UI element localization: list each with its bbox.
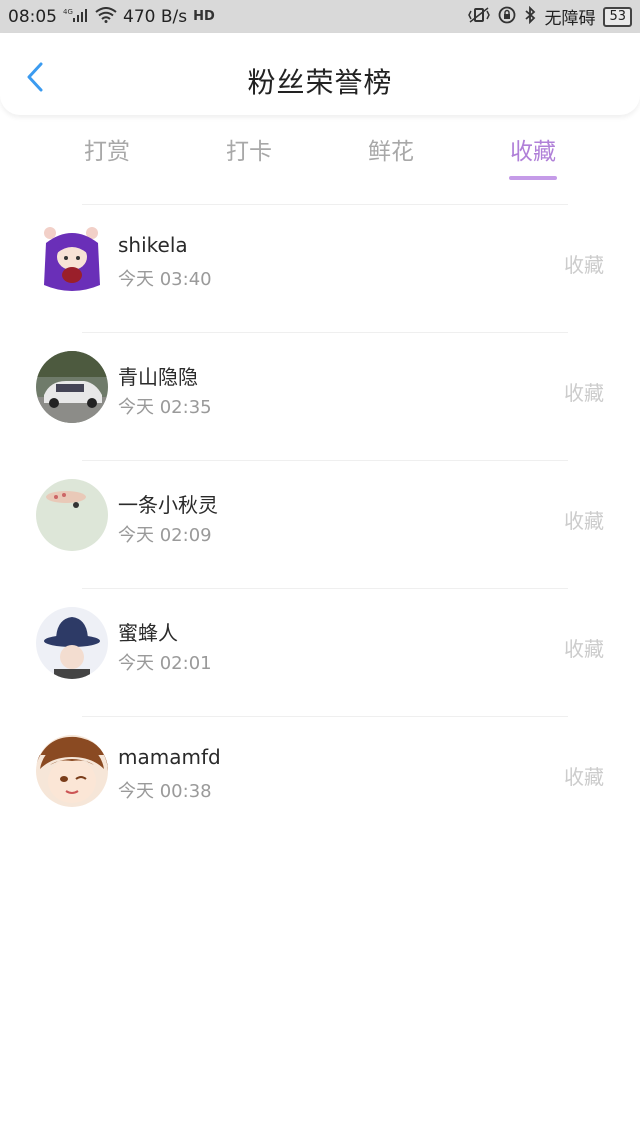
- header: 粉丝荣誉榜: [0, 33, 640, 115]
- hd-icon: HD: [193, 9, 215, 24]
- action-label: 收藏: [564, 509, 604, 533]
- battery-icon: 53: [603, 6, 632, 27]
- tab-favorites-label: 收藏: [510, 139, 556, 165]
- user-name: shikela: [118, 233, 188, 257]
- status-time: 08:05: [8, 6, 57, 27]
- signal-icon: 4G: [63, 7, 89, 27]
- timestamp: 今天 00:38: [118, 781, 212, 802]
- list-item[interactable]: shikela 今天 03:40 收藏: [0, 205, 640, 332]
- avatar[interactable]: [36, 479, 108, 551]
- timestamp: 今天 03:40: [118, 269, 212, 290]
- tab-reward[interactable]: 打赏: [57, 132, 157, 166]
- timestamp: 今天 02:35: [118, 397, 212, 418]
- user-name: mamamfd: [118, 745, 221, 769]
- tab-checkin[interactable]: 打卡: [199, 132, 299, 166]
- accessibility-label: 无障碍: [544, 9, 596, 29]
- action-label: 收藏: [564, 381, 604, 405]
- user-name: 青山隐隐: [118, 365, 198, 389]
- svg-text:4G: 4G: [63, 8, 73, 16]
- tab-flowers[interactable]: 鲜花: [341, 132, 441, 166]
- avatar[interactable]: [36, 735, 108, 807]
- tab-bar: 打赏 打卡 鲜花 收藏: [0, 132, 640, 188]
- fan-list: shikela 今天 03:40 收藏 青山隐隐 今天 02:35 收藏 一条小…: [0, 204, 640, 844]
- user-name: 蜜蜂人: [118, 621, 178, 645]
- tab-favorites[interactable]: 收藏: [483, 132, 583, 180]
- list-item[interactable]: 蜜蜂人 今天 02:01 收藏: [0, 589, 640, 716]
- timestamp: 今天 02:09: [118, 525, 212, 546]
- action-label: 收藏: [564, 253, 604, 277]
- action-label: 收藏: [564, 765, 604, 789]
- avatar[interactable]: [36, 607, 108, 679]
- wifi-icon: [95, 6, 117, 27]
- network-speed: 470 B/s: [123, 6, 188, 27]
- action-label: 收藏: [564, 637, 604, 661]
- lock-rotation-icon: [498, 6, 516, 28]
- user-name: 一条小秋灵: [118, 493, 218, 517]
- bluetooth-icon: [524, 5, 536, 28]
- list-item[interactable]: 青山隐隐 今天 02:35 收藏: [0, 333, 640, 460]
- list-item[interactable]: mamamfd 今天 00:38 收藏: [0, 717, 640, 844]
- vibrate-icon: [468, 6, 491, 27]
- page-title: 粉丝荣誉榜: [247, 66, 393, 99]
- status-bar: 08:05 4G 470 B/s HD 无障碍 53: [0, 0, 640, 33]
- timestamp: 今天 02:01: [118, 653, 212, 674]
- avatar[interactable]: [36, 223, 108, 295]
- avatar[interactable]: [36, 351, 108, 423]
- list-item[interactable]: 一条小秋灵 今天 02:09 收藏: [0, 461, 640, 588]
- active-tab-indicator: [509, 176, 557, 180]
